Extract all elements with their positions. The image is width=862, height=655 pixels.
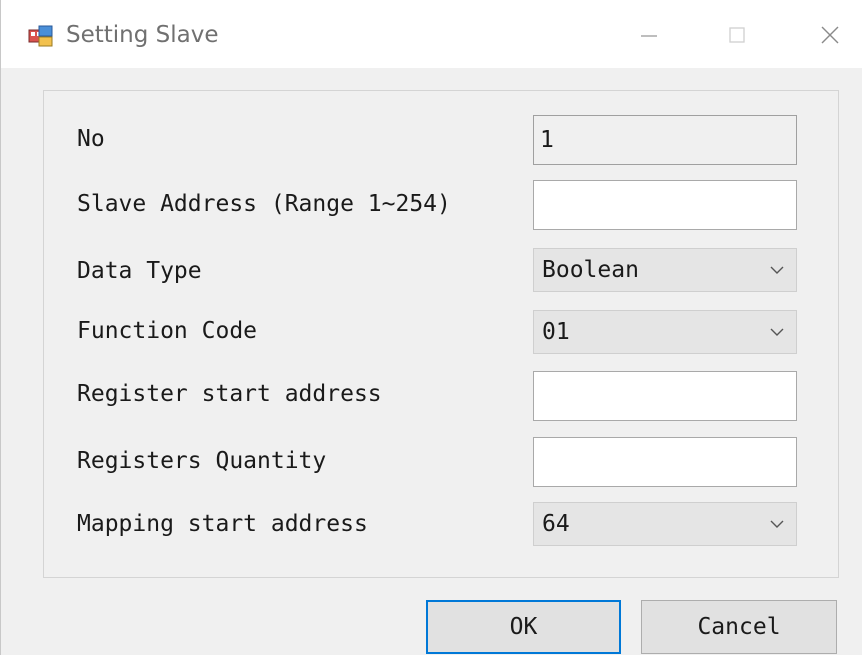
registers-quantity-label: Registers Quantity [77, 448, 327, 474]
slave-address-field[interactable] [533, 180, 797, 230]
function-code-label: Function Code [77, 318, 258, 344]
maximize-icon [729, 27, 745, 43]
no-label: No [77, 126, 105, 152]
close-icon [821, 26, 839, 44]
chevron-down-icon [770, 266, 784, 274]
slave-address-label: Slave Address (Range 1~254) [77, 191, 451, 217]
maximize-button[interactable] [714, 14, 760, 56]
window-title: Setting Slave [66, 22, 219, 48]
registers-quantity-field[interactable] [533, 437, 797, 487]
data-type-value: Boolean [542, 257, 639, 283]
minimize-icon [641, 35, 657, 37]
chevron-down-icon [770, 520, 784, 528]
dialog-window: Setting Slave No Slave Address (Range 1~… [0, 0, 862, 655]
function-code-value: 01 [542, 319, 570, 345]
function-code-select[interactable]: 01 [533, 310, 797, 354]
mapping-start-address-value: 64 [542, 511, 570, 537]
minimize-button[interactable] [626, 14, 672, 56]
register-start-address-label: Register start address [77, 381, 382, 407]
data-type-select[interactable]: Boolean [533, 248, 797, 292]
chevron-down-icon [770, 328, 784, 336]
register-start-address-field[interactable] [533, 371, 797, 421]
close-button[interactable] [807, 14, 853, 56]
data-type-label: Data Type [77, 258, 202, 284]
title-bar[interactable]: Setting Slave [1, 0, 862, 68]
mapping-start-address-select[interactable]: 64 [533, 502, 797, 546]
ok-button[interactable]: OK [426, 600, 621, 654]
app-icon [28, 25, 54, 47]
cancel-button[interactable]: Cancel [641, 600, 837, 654]
no-field[interactable] [533, 115, 797, 165]
mapping-start-address-label: Mapping start address [77, 511, 368, 537]
